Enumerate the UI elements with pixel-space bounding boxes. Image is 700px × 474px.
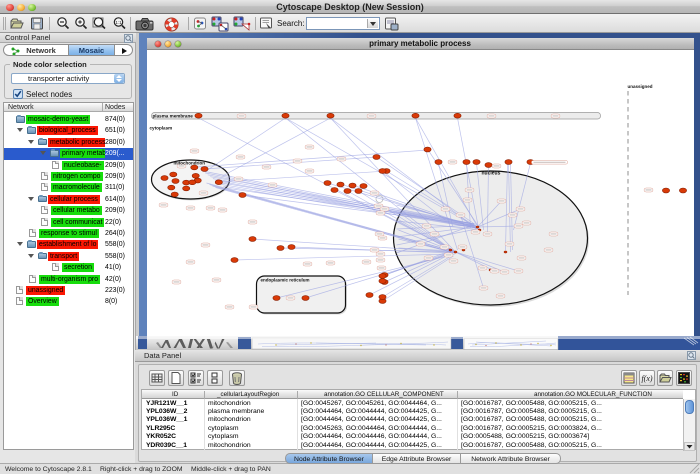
svg-text:plasma membrane: plasma membrane (152, 113, 193, 118)
svg-text:endoplasmic reticulum: endoplasmic reticulum (260, 278, 309, 283)
svg-text:cytoplasm: cytoplasm (149, 126, 172, 131)
svg-text:mitochondrion: mitochondrion (173, 161, 205, 166)
svg-text:1:1: 1:1 (115, 20, 122, 25)
svg-text:unassigned: unassigned (627, 84, 652, 89)
svg-text:nucleus: nucleus (481, 171, 500, 177)
svg-text:f(x): f(x) (641, 374, 652, 383)
